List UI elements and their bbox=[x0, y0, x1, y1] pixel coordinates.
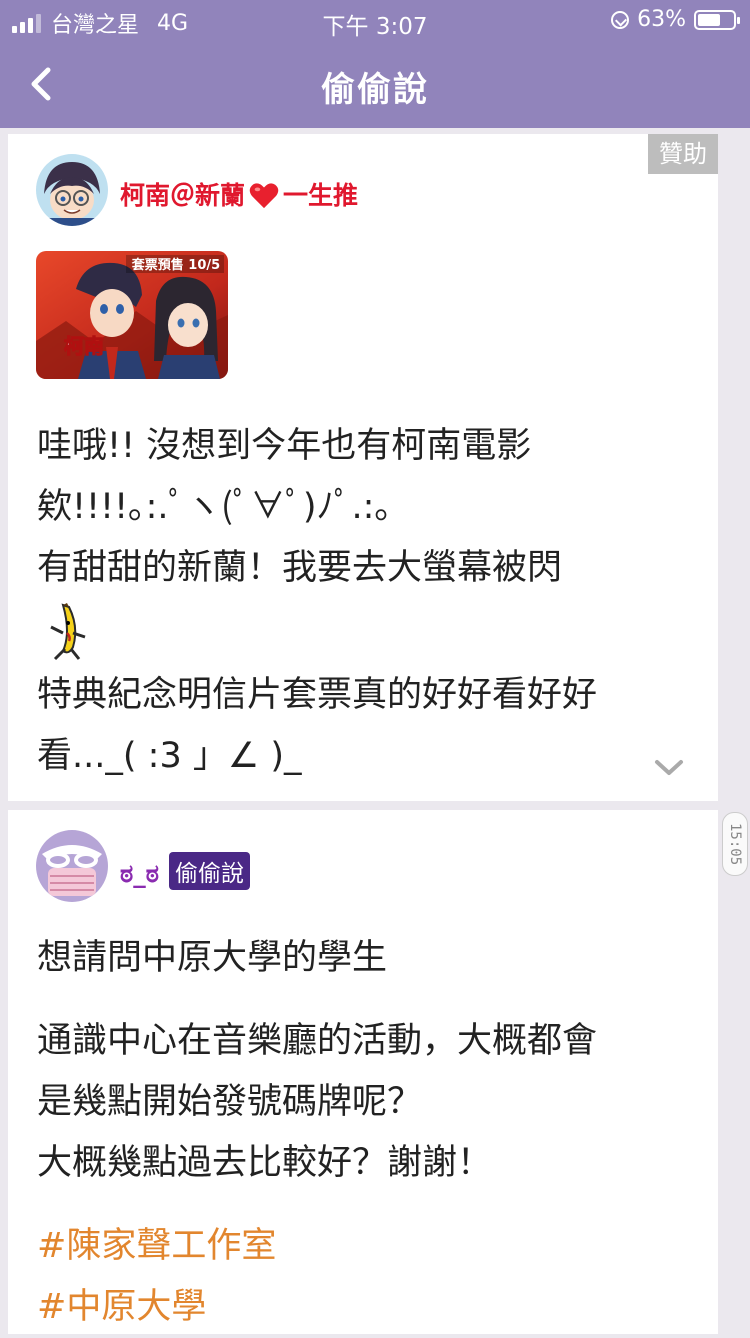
post-line: 哇哦!! 沒想到今年也有柯南電影 bbox=[37, 426, 532, 466]
chevron-down-icon[interactable] bbox=[654, 759, 684, 777]
post-line: 是幾點開始發號碼牌呢？ bbox=[37, 1082, 423, 1122]
thumb-caption: 套票預售 10/5 bbox=[131, 257, 220, 273]
post-line: 看..._( :3 」∠ )_ bbox=[37, 736, 302, 776]
post-line: 大概幾點過去比較好？謝謝！ bbox=[37, 1143, 493, 1183]
post-line: 欸!!!!｡:.ﾟヽ(ﾟ∀ﾟ)ﾉﾟ.:｡ bbox=[37, 487, 392, 527]
timestamp: 15:05 bbox=[722, 812, 748, 876]
avatar[interactable] bbox=[36, 830, 108, 902]
post-body: 哇哦!! 沒想到今年也有柯南電影 欸!!!!｡:.ﾟヽ(ﾟ∀ﾟ)ﾉﾟ.:｡ 有甜… bbox=[37, 416, 694, 787]
post-image[interactable]: 套票預售 10/5 柯南 bbox=[36, 251, 228, 379]
author-name-prefix: 柯南＠新蘭 bbox=[120, 181, 246, 210]
post-line: 想請問中原大學的學生 bbox=[37, 938, 388, 978]
battery-icon bbox=[694, 9, 740, 30]
author-name-text: ಠ_ಠ bbox=[120, 859, 159, 888]
battery-percent: 63% bbox=[637, 7, 686, 32]
board-badge[interactable]: 偷偷說 bbox=[168, 852, 250, 890]
app-header: 偷偷說 bbox=[0, 40, 750, 128]
author-name[interactable]: 柯南＠新蘭 一生推 bbox=[120, 176, 358, 212]
author-name-suffix: 一生推 bbox=[283, 181, 359, 210]
post-line: 有甜甜的新蘭！我要去大螢幕被閃 bbox=[37, 548, 563, 588]
post-card[interactable]: 贊助 柯南＠新蘭 一生推 套票預售 10/5 柯南 哇哦!! 沒想到今年也有柯南… bbox=[8, 134, 718, 801]
status-bar: 台灣之星 4G 下午 3:07 63% bbox=[0, 0, 750, 40]
author-name[interactable]: ಠ_ಠ 偷偷說 bbox=[120, 852, 250, 890]
post-card[interactable]: ಠ_ಠ 偷偷說 想請問中原大學的學生 通識中心在音樂廳的活動，大概都會 是幾點開始… bbox=[8, 810, 718, 1334]
status-right: 63% bbox=[611, 7, 740, 32]
dancing-banana-icon bbox=[50, 603, 86, 661]
thumb-title: 柯南 bbox=[64, 334, 104, 358]
rotation-lock-icon bbox=[611, 10, 630, 29]
avatar[interactable] bbox=[36, 154, 108, 226]
heart-icon bbox=[249, 183, 279, 209]
hashtag-link[interactable]: #中原大學 bbox=[37, 1277, 694, 1338]
post-line: 特典紀念明信片套票真的好好看好好 bbox=[37, 675, 598, 715]
hashtag-link[interactable]: #陳家聲工作室 bbox=[37, 1216, 694, 1277]
page-title: 偷偷說 bbox=[321, 70, 429, 110]
post-body: 想請問中原大學的學生 通識中心在音樂廳的活動，大概都會 是幾點開始發號碼牌呢？ … bbox=[37, 928, 694, 1338]
sponsor-badge: 贊助 bbox=[648, 134, 718, 174]
post-line: 通識中心在音樂廳的活動，大概都會 bbox=[37, 1021, 598, 1061]
